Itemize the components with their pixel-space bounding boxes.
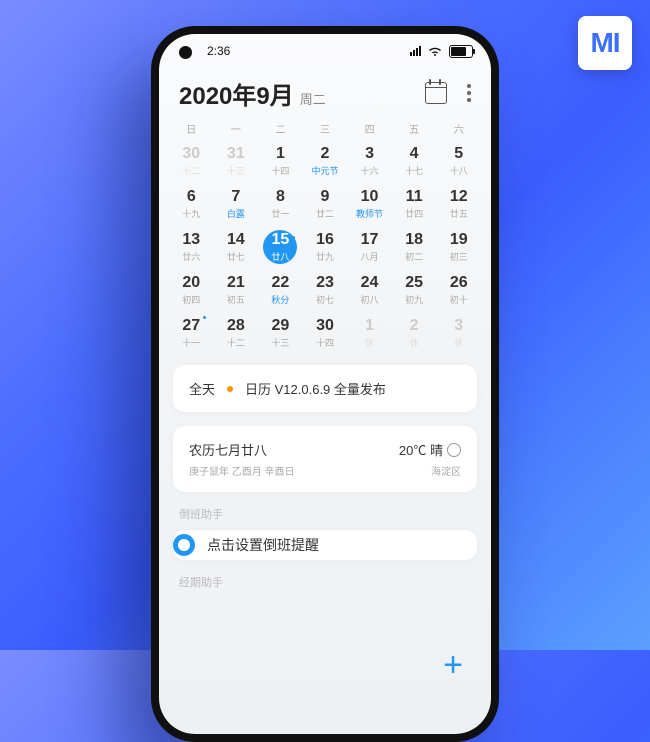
weekday-label: 六	[436, 121, 481, 136]
ganzhi-text: 庚子鼠年 乙酉月 辛酉日	[189, 463, 295, 478]
day-cell[interactable]: 18初二	[392, 226, 437, 269]
lunar-date: 农历七月廿八	[189, 440, 295, 459]
day-cell[interactable]: 28十二	[214, 312, 259, 355]
ring-icon	[173, 534, 195, 556]
shift-card[interactable]: 点击设置倒班提醒	[173, 530, 477, 560]
status-time: 2:36	[207, 44, 230, 58]
status-bar: 2:36	[159, 34, 491, 64]
phone-frame: 2:36 2020年9月 周二 日一二三四五六 30十二31十三1十四2中元节3…	[151, 26, 499, 742]
day-cell[interactable]: 4十七	[392, 140, 437, 183]
camera-punch-hole	[179, 46, 192, 59]
day-cell[interactable]: 24初八	[347, 269, 392, 312]
day-cell[interactable]: 2休	[392, 312, 437, 355]
day-cell[interactable]: 12廿五	[436, 183, 481, 226]
cards-area: 全天 日历 V12.0.6.9 全量发布 农历七月廿八 庚子鼠年 乙酉月 辛酉日…	[159, 355, 491, 734]
event-time: 全天	[189, 379, 215, 398]
day-cell[interactable]: 6十九	[169, 183, 214, 226]
day-cell[interactable]: 3休	[436, 312, 481, 355]
day-cell[interactable]: 8廿一	[258, 183, 303, 226]
today-icon[interactable]	[425, 82, 447, 104]
day-cell[interactable]: 1十四	[258, 140, 303, 183]
wifi-icon	[427, 45, 443, 57]
day-cell[interactable]: 2中元节	[303, 140, 348, 183]
day-cell[interactable]: 11廿四	[392, 183, 437, 226]
weekday-label: 一	[214, 121, 259, 136]
day-cell[interactable]: 17八月	[347, 226, 392, 269]
day-cell[interactable]: 15廿八	[258, 226, 303, 269]
footer-section-header: 经期助手	[173, 574, 477, 598]
day-cell[interactable]: 9廿二	[303, 183, 348, 226]
event-card[interactable]: 全天 日历 V12.0.6.9 全量发布	[173, 365, 477, 412]
day-cell[interactable]: 5十八	[436, 140, 481, 183]
weekday-label: 三	[303, 121, 348, 136]
sun-icon	[447, 443, 461, 457]
day-cell[interactable]: 1休	[347, 312, 392, 355]
day-cell[interactable]: 3十六	[347, 140, 392, 183]
event-dot-icon	[227, 386, 233, 392]
add-button[interactable]: +	[443, 648, 463, 682]
weekday-label: 五	[392, 121, 437, 136]
signal-icon	[410, 46, 421, 56]
day-cell[interactable]: 26初十	[436, 269, 481, 312]
shift-text: 点击设置倒班提醒	[207, 535, 319, 555]
day-cell[interactable]: 23初七	[303, 269, 348, 312]
day-cell[interactable]: 10教师节	[347, 183, 392, 226]
screen: 2:36 2020年9月 周二 日一二三四五六 30十二31十三1十四2中元节3…	[159, 34, 491, 734]
day-cell[interactable]: 30十四	[303, 312, 348, 355]
event-text: 日历 V12.0.6.9 全量发布	[245, 379, 386, 398]
day-cell[interactable]: 16廿九	[303, 226, 348, 269]
weekday-row: 日一二三四五六	[159, 121, 491, 140]
shift-section-header: 倒班助手	[173, 506, 477, 530]
more-icon[interactable]	[467, 84, 471, 102]
day-cell[interactable]: 20初四	[169, 269, 214, 312]
battery-icon	[449, 45, 473, 58]
day-cell[interactable]: 29十三	[258, 312, 303, 355]
day-cell[interactable]: 7白露	[214, 183, 259, 226]
day-cell[interactable]: 25初九	[392, 269, 437, 312]
calendar-grid: 30十二31十三1十四2中元节3十六4十七5十八 6十九7白露8廿一9廿二10教师…	[159, 140, 491, 355]
weather-location: 海淀区	[399, 463, 461, 478]
day-cell[interactable]: 21初五	[214, 269, 259, 312]
month-header: 2020年9月 周二	[159, 64, 491, 121]
weather-card[interactable]: 农历七月廿八 庚子鼠年 乙酉月 辛酉日 20℃ 晴 海淀区	[173, 426, 477, 492]
mi-logo: MI	[578, 16, 632, 70]
day-cell[interactable]: 30十二	[169, 140, 214, 183]
month-title[interactable]: 2020年9月	[179, 76, 294, 111]
weather-temp: 20℃ 晴	[399, 440, 443, 459]
day-cell[interactable]: 13廿六	[169, 226, 214, 269]
weekday-label: 四	[347, 121, 392, 136]
day-cell[interactable]: 27十一	[169, 312, 214, 355]
weekday-sub: 周二	[300, 89, 326, 108]
weekday-label: 二	[258, 121, 303, 136]
day-cell[interactable]: 14廿七	[214, 226, 259, 269]
weekday-label: 日	[169, 121, 214, 136]
day-cell[interactable]: 22秋分	[258, 269, 303, 312]
day-cell[interactable]: 19初三	[436, 226, 481, 269]
day-cell[interactable]: 31十三	[214, 140, 259, 183]
